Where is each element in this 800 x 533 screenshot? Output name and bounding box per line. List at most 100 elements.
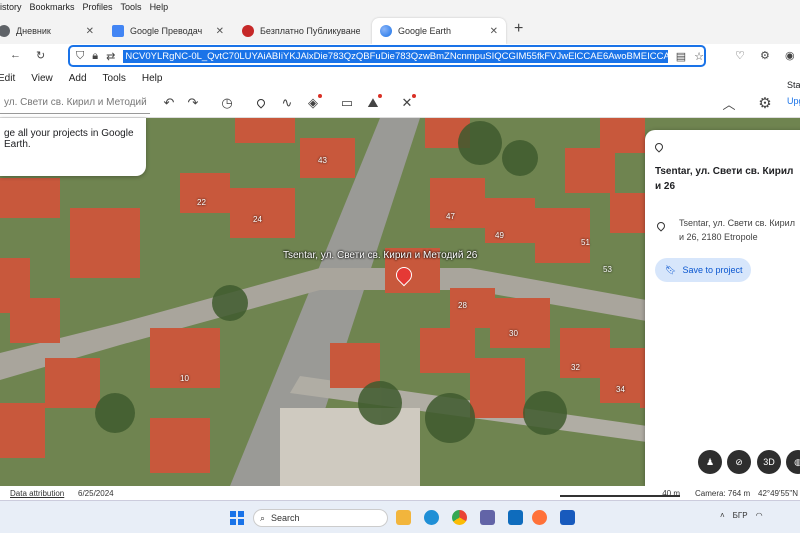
search-label: Search xyxy=(271,513,300,523)
location-pin-icon xyxy=(653,141,665,153)
translate-icon xyxy=(112,25,124,37)
house-number: 32 xyxy=(571,363,580,372)
add-placemark-icon[interactable] xyxy=(252,94,270,112)
pocket-icon[interactable]: ♡ xyxy=(735,49,745,62)
undo-icon[interactable]: ↶ xyxy=(160,94,178,112)
url-text[interactable]: NCV0YLRgNC-0L_QvtC70LUYAiABIiYKJAlxDie78… xyxy=(123,49,668,63)
tab-google-earth[interactable]: Google Earth ✕ xyxy=(372,18,506,44)
map-place-label: Tsentar, ул. Свети св. Кирил и Методий 2… xyxy=(283,250,478,261)
address-bar[interactable]: ⛉ 🔒︎ ⇄ NCV0YLRgNC-0L_QvtC70LUYAiABIiYKJA… xyxy=(68,45,706,67)
projects-info-card: ge all your projects in Google Earth. xyxy=(0,118,146,176)
tab-label: Google Преводач xyxy=(130,26,203,36)
menu-help[interactable]: Help xyxy=(150,2,169,12)
layers-icon[interactable]: ◈ xyxy=(304,94,322,112)
measure-icon[interactable]: ▭ xyxy=(338,94,356,112)
place-panel: Tsentar, ул. Свети св. Кирил и 26 Tsenta… xyxy=(645,130,800,486)
house-number: 49 xyxy=(495,231,504,240)
tab-publish[interactable]: Безплатно Публикуване на Об xyxy=(234,18,368,44)
coordinates: 42°49'55"N xyxy=(758,488,799,498)
save-to-project-button[interactable]: 🔖︎ Save to project xyxy=(655,258,751,282)
reader-icon[interactable]: ▤ xyxy=(676,50,686,63)
image-overlay-icon[interactable]: ⛰ xyxy=(364,94,382,112)
language-indicator[interactable]: БГР xyxy=(733,511,748,520)
menu-tools[interactable]: Tools xyxy=(103,73,126,84)
scale-bar: 40 m xyxy=(560,489,680,498)
extensions-icon[interactable]: ⚙ xyxy=(760,49,770,62)
info-text: ge all your projects in Google Earth. xyxy=(4,128,134,150)
house-number: 53 xyxy=(603,265,612,274)
status-bar: Data attribution 6/25/2024 40 m Camera: … xyxy=(0,486,800,500)
system-tray: ˄ БГР ◠ xyxy=(720,511,763,520)
shield-icon[interactable]: ⛉ xyxy=(76,50,84,63)
menu-add[interactable]: Add xyxy=(69,73,87,84)
earth-toolbar: ул. Свети св. Кирил и Методий ↶ ↷ ◷ ∿ ◈ … xyxy=(0,88,800,118)
bookmark-icon: 🔖︎ xyxy=(665,264,677,275)
menu-tools[interactable]: Tools xyxy=(121,2,142,12)
lock-icon[interactable]: 🔒︎ xyxy=(92,50,98,63)
house-number: 34 xyxy=(616,385,625,394)
browser-menubar: istory Bookmarks Profiles Tools Help xyxy=(0,0,800,14)
account-icon[interactable]: ◉ xyxy=(785,49,795,62)
word-icon[interactable] xyxy=(560,510,575,525)
search-input[interactable]: ул. Свети св. Кирил и Методий xyxy=(0,92,150,114)
collapse-icon[interactable]: ︿ xyxy=(720,94,738,112)
new-tab-icon[interactable]: + xyxy=(514,20,523,38)
redo-icon[interactable]: ↷ xyxy=(184,94,202,112)
close-icon[interactable]: ✕ xyxy=(216,26,224,37)
chevron-up-icon[interactable]: ˄ xyxy=(720,511,725,520)
close-icon[interactable]: ✕ xyxy=(86,26,94,37)
chrome-icon[interactable] xyxy=(452,510,467,525)
tab-label: Дневник xyxy=(16,26,51,36)
menu-profiles[interactable]: Profiles xyxy=(83,2,113,12)
tab-label: Безплатно Публикуване на Об xyxy=(260,26,360,36)
draw-path-icon[interactable]: ∿ xyxy=(278,94,296,112)
upgrade-link[interactable]: Upg xyxy=(787,96,800,106)
close-icon[interactable]: ✕ xyxy=(490,26,498,37)
house-number: 28 xyxy=(458,301,467,310)
pegman-icon[interactable]: ♟ xyxy=(698,450,722,474)
page-icon xyxy=(0,25,10,37)
search-icon: ⌕ xyxy=(260,512,266,523)
tools-icon[interactable]: ✕ xyxy=(398,94,416,112)
windows-taskbar: ⌕ Search ˄ БГР ◠ xyxy=(0,500,800,533)
firefox-icon[interactable] xyxy=(532,510,547,525)
menu-history[interactable]: istory xyxy=(0,2,22,12)
wifi-icon[interactable]: ◠ xyxy=(756,511,763,520)
tab-google-translate[interactable]: Google Преводач ✕ xyxy=(104,18,232,44)
windows-start-icon[interactable] xyxy=(230,511,244,525)
data-attribution-link[interactable]: Data attribution xyxy=(10,489,64,498)
menu-help[interactable]: Help xyxy=(142,73,163,84)
menu-edit[interactable]: Edit xyxy=(0,73,15,84)
file-explorer-icon[interactable] xyxy=(396,510,411,525)
toggle-3d-button[interactable]: 3D xyxy=(757,450,781,474)
house-number: 10 xyxy=(180,374,189,383)
house-number: 43 xyxy=(318,156,327,165)
save-label: Save to project xyxy=(682,265,743,275)
menu-bookmarks[interactable]: Bookmarks xyxy=(30,2,75,12)
address-pin-icon xyxy=(655,220,667,232)
historical-imagery-icon[interactable]: ◷ xyxy=(218,94,236,112)
house-number: 24 xyxy=(253,215,262,224)
address-row: ← ↻ ⛉ 🔒︎ ⇄ NCV0YLRgNC-0L_QvtC70LUYAiABIi… xyxy=(0,44,800,68)
back-icon[interactable]: ← xyxy=(10,49,21,61)
tab-dnevnik[interactable]: Дневник ✕ xyxy=(0,18,102,44)
house-number: 22 xyxy=(197,198,206,207)
menu-view[interactable]: View xyxy=(31,73,53,84)
reload-icon[interactable]: ↻ xyxy=(36,49,45,62)
taskbar-search[interactable]: ⌕ Search xyxy=(253,509,388,527)
place-address: Tsentar, ул. Свети св. Кирил и 26, 2180 … xyxy=(679,218,795,242)
permissions-icon[interactable]: ⇄ xyxy=(106,50,115,63)
teams-icon[interactable] xyxy=(480,510,495,525)
earth-icon xyxy=(380,25,392,37)
settings-icon[interactable]: ⚙ xyxy=(756,94,774,112)
edge-icon[interactable] xyxy=(424,510,439,525)
site-icon xyxy=(242,25,254,37)
place-title: Tsentar, ул. Свети св. Кирил и 26 xyxy=(655,166,794,192)
tab-label: Google Earth xyxy=(398,26,452,36)
imagery-date: 6/25/2024 xyxy=(78,488,114,498)
compass-icon[interactable]: ⊘ xyxy=(727,450,751,474)
bookmark-star-icon[interactable]: ☆ xyxy=(694,50,704,63)
house-number: 30 xyxy=(509,329,518,338)
camera-altitude: Camera: 764 m xyxy=(695,488,751,498)
outlook-icon[interactable] xyxy=(508,510,523,525)
